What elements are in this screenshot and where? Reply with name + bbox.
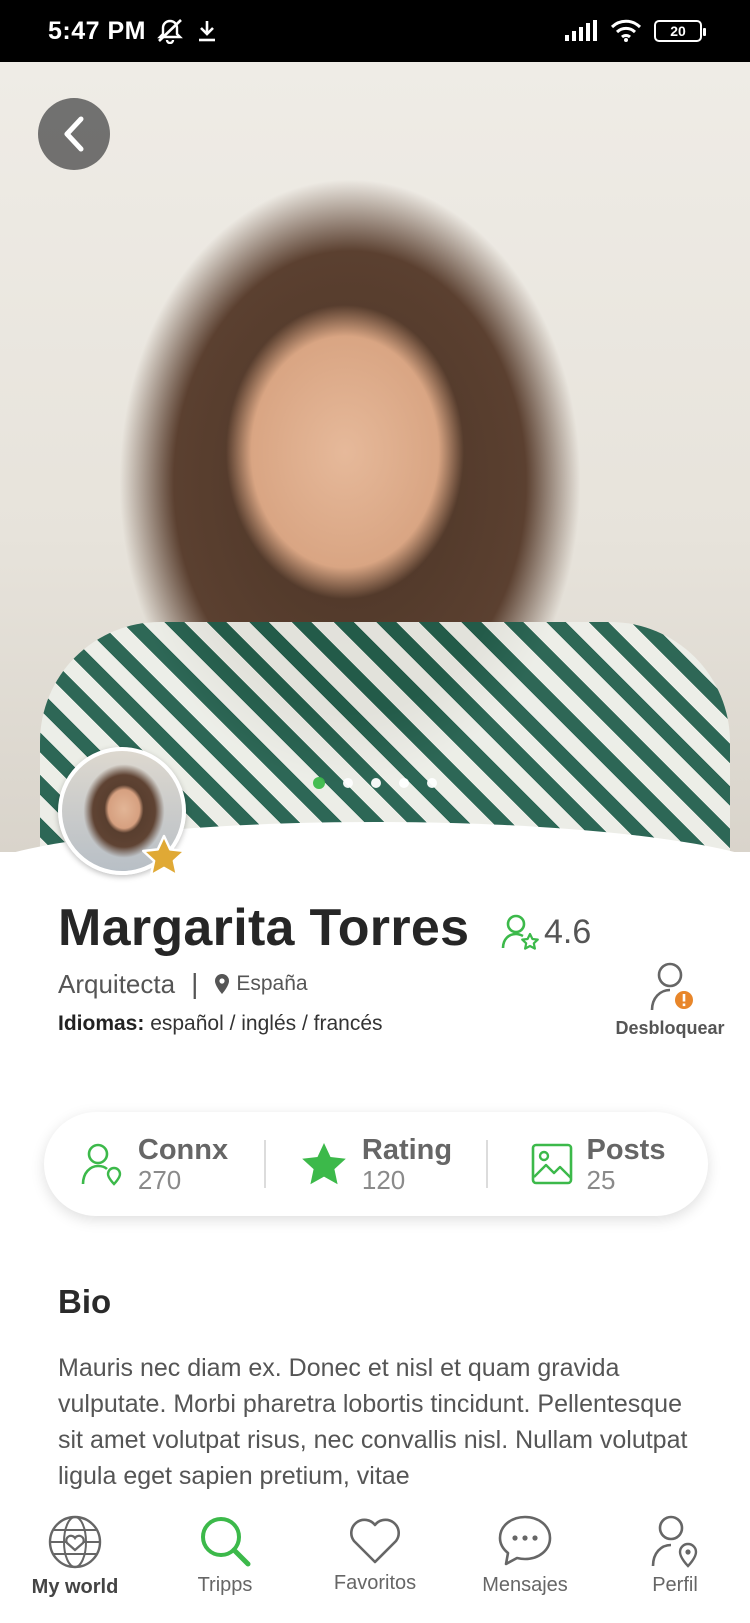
- search-icon: [201, 1517, 251, 1567]
- languages-value: español / inglés / francés: [150, 1012, 383, 1035]
- stat-value: 120: [361, 1164, 406, 1195]
- carousel-dot[interactable]: [427, 778, 437, 788]
- nav-label: Favoritos: [333, 1572, 417, 1594]
- bottom-nav: My world Tripps Favoritos Mensajes Perfi…: [0, 1502, 750, 1623]
- nav-label: Tripps: [197, 1574, 253, 1596]
- stat-label: Posts: [586, 1133, 666, 1166]
- nav-label: Perfil: [652, 1574, 698, 1596]
- stat-label: Connx: [137, 1133, 229, 1166]
- status-icons-right: 20: [564, 19, 706, 43]
- status-time: 5:47 PM: [48, 16, 146, 45]
- nav-perfil[interactable]: Perfil: [600, 1502, 750, 1623]
- stats-card: Connx 270 Rating 120 Posts 25: [44, 1112, 708, 1216]
- carousel-dot[interactable]: [399, 778, 409, 788]
- signal-icon: [565, 20, 597, 41]
- status-icons-left: [156, 18, 218, 44]
- stat-value: 25: [586, 1164, 616, 1195]
- bio-title: Bio: [58, 1283, 112, 1320]
- image-icon: [531, 1143, 572, 1185]
- unblock-button[interactable]: Desbloquear: [610, 960, 730, 1039]
- unblock-label: Desbloquear: [615, 1018, 725, 1038]
- nav-label: Mensajes: [482, 1574, 568, 1596]
- carousel-dot[interactable]: [371, 778, 381, 788]
- bio-text: Mauris nec diam ex. Donec et nisl et qua…: [58, 1354, 688, 1490]
- star-icon: [302, 1143, 346, 1185]
- user-location-icon: [651, 1515, 698, 1568]
- location-pin-icon: [215, 974, 230, 994]
- connections-icon: [81, 1143, 122, 1186]
- globe-heart-icon: [48, 1515, 102, 1569]
- languages-label: Idiomas:: [58, 1012, 145, 1035]
- profile-rating: 4.6: [500, 912, 591, 952]
- stat-label: Rating: [361, 1133, 453, 1166]
- nav-label: My world: [31, 1576, 119, 1598]
- profession-row: Arquitecta | España: [58, 968, 308, 1000]
- nav-mensajes[interactable]: Mensajes: [450, 1502, 600, 1623]
- download-icon: [198, 21, 215, 42]
- languages: Idiomas: español / inglés / francés: [58, 1012, 383, 1036]
- heart-icon: [350, 1518, 400, 1564]
- mute-notification-icon: [157, 19, 183, 44]
- status-bar: 5:47 PM 20: [0, 0, 750, 62]
- chevron-left-icon: [64, 116, 84, 152]
- carousel-dot-active[interactable]: [313, 777, 325, 789]
- user-star-icon: [501, 914, 539, 950]
- back-button[interactable]: [38, 98, 110, 170]
- location-text: España: [236, 972, 308, 995]
- profile-name: Margarita Torres: [58, 899, 470, 957]
- battery-level: 20: [670, 23, 686, 39]
- nav-tripps[interactable]: Tripps: [150, 1502, 300, 1623]
- carousel-dot[interactable]: [343, 778, 353, 788]
- star-badge-icon: [141, 834, 187, 877]
- stat-connx[interactable]: Connx 270: [44, 1133, 264, 1195]
- nav-favoritos[interactable]: Favoritos: [300, 1502, 450, 1623]
- stat-value: 270: [137, 1164, 182, 1195]
- battery-icon: 20: [654, 20, 706, 42]
- location: España: [214, 972, 308, 996]
- profession: Arquitecta: [58, 968, 176, 999]
- wifi-icon: [610, 19, 642, 42]
- stat-posts[interactable]: Posts 25: [488, 1133, 708, 1195]
- rating-value: 4.6: [544, 912, 592, 951]
- separator: |: [191, 968, 199, 999]
- user-alert-icon: [650, 962, 693, 1011]
- stat-rating[interactable]: Rating 120: [266, 1133, 486, 1195]
- profile-photo[interactable]: [0, 62, 750, 852]
- chat-icon: [498, 1515, 552, 1566]
- nav-my-world[interactable]: My world: [0, 1502, 150, 1623]
